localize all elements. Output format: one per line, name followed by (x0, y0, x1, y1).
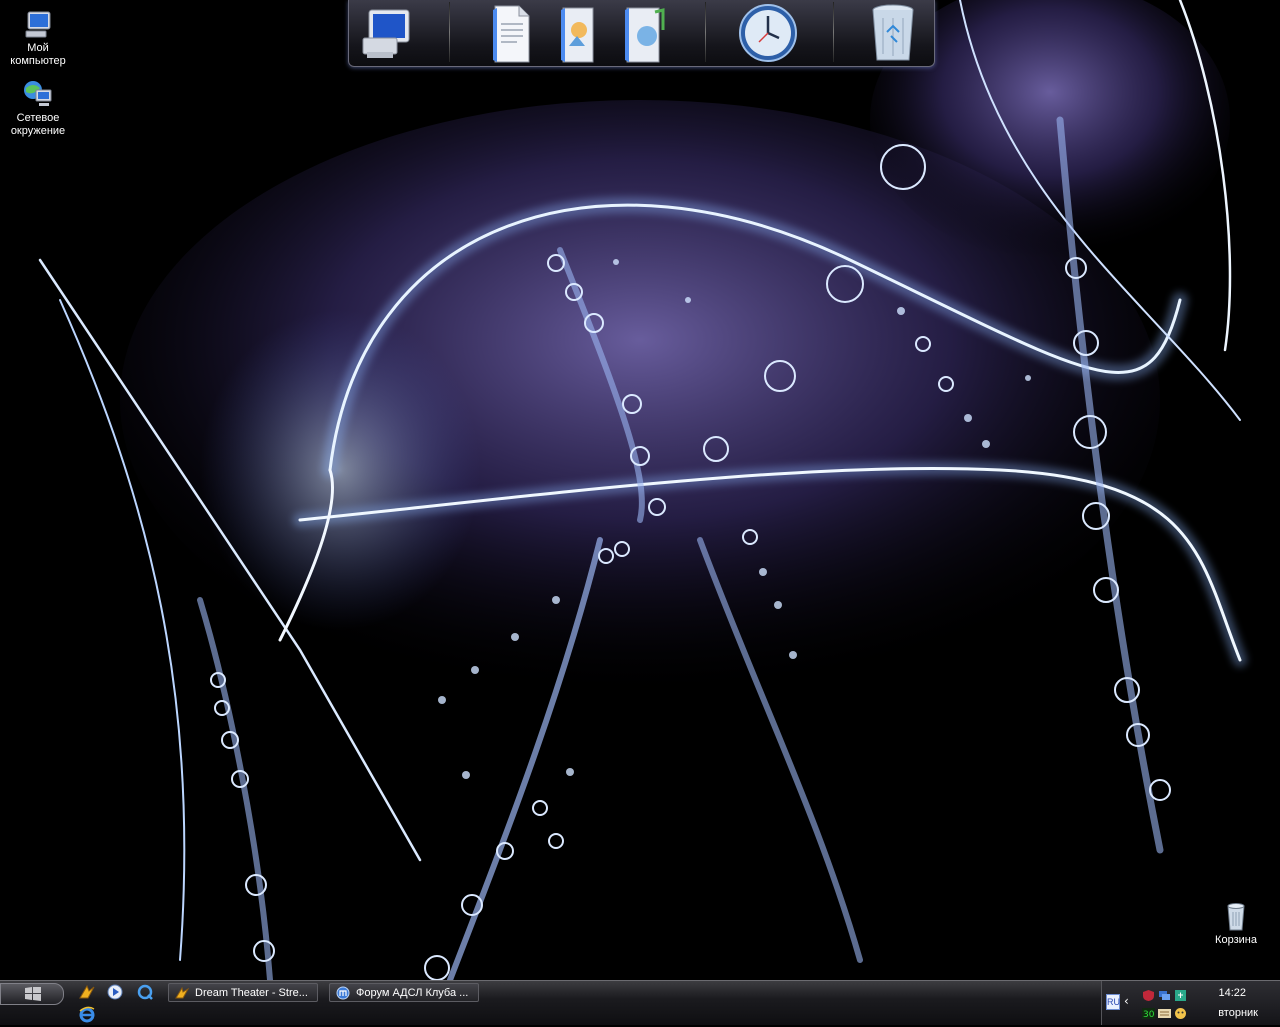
my-computer-icon (25, 11, 51, 38)
browser-icon (336, 986, 350, 1000)
tray-counter-icon[interactable]: 30 (1142, 1005, 1155, 1020)
tray-antivirus-shield-icon[interactable] (1142, 987, 1155, 1001)
quicklaunch-qip[interactable] (136, 983, 154, 1001)
document-icon (493, 5, 530, 63)
qip-icon (137, 984, 153, 1000)
tray-expand-chevron-icon[interactable]: ‹ (1124, 994, 1129, 1008)
quicklaunch-media-player[interactable] (106, 983, 124, 1001)
dock-item-computer[interactable] (355, 2, 417, 68)
dock-separator (705, 2, 706, 62)
tray-network-activity-icon[interactable] (1174, 987, 1187, 1001)
winamp-icon (79, 984, 95, 999)
winamp-icon (175, 986, 189, 999)
desktop-icon-label: Корзина (1215, 934, 1257, 946)
tray-messenger-icon[interactable] (1174, 1005, 1187, 1019)
pictures-folder-icon (561, 7, 594, 63)
trash-icon (872, 4, 914, 61)
svg-text:30: 30 (1143, 1010, 1155, 1020)
tray-clock-day: вторник (1218, 1007, 1258, 1019)
dock-item-pictures[interactable] (555, 2, 601, 68)
desktop-icon-label: Мой (27, 42, 49, 54)
taskbar: Dream Theater - Stre... Форум АДСЛ Клуба… (0, 980, 1280, 1025)
desktop-icon-label: окружение (10, 125, 66, 137)
internet-explorer-icon (79, 1006, 95, 1023)
dock-item-clock[interactable] (737, 2, 799, 68)
desktop-icon-recycle-bin[interactable]: Корзина (1198, 900, 1274, 947)
quicklaunch-internet-explorer[interactable] (78, 1005, 96, 1023)
quicklaunch-winamp[interactable] (78, 983, 96, 1001)
desktop-icon-label: компьютер (10, 55, 66, 67)
computer-icon (362, 9, 410, 58)
dock-separator (449, 2, 450, 62)
clock-icon (739, 4, 797, 62)
music-folder-icon (625, 7, 665, 63)
taskbar-button-label: Dream Theater - Stre... (195, 987, 308, 999)
desktop-icon-network-places[interactable]: Сетевое окружение (0, 78, 76, 138)
tray-keyboard-icon[interactable] (1158, 1005, 1171, 1018)
taskbar-button-winamp[interactable]: Dream Theater - Stre... (168, 983, 318, 1002)
taskbar-button-forum[interactable]: Форум АДСЛ Клуба ... (329, 983, 479, 1002)
dock-bar (348, 0, 935, 67)
desktop-icon-my-computer[interactable]: Мой компьютер (0, 8, 76, 68)
tray-network-icon[interactable] (1158, 987, 1171, 1000)
language-indicator[interactable]: RU (1106, 994, 1120, 1010)
dock-item-music[interactable] (619, 2, 669, 68)
tray-clock-time[interactable]: 14:22 (1218, 987, 1246, 999)
recycle-bin-icon (1227, 903, 1245, 931)
desktop-icon-label: Сетевое (16, 112, 60, 124)
network-places-icon (24, 81, 52, 106)
dock-item-trash[interactable] (867, 2, 919, 68)
taskbar-button-label: Форум АДСЛ Клуба ... (356, 987, 469, 999)
windows-logo-icon (25, 987, 41, 1001)
media-player-icon (107, 984, 123, 1000)
start-button[interactable] (0, 983, 64, 1005)
dock-separator (833, 2, 834, 62)
desktop-wallpaper (0, 0, 1280, 980)
dock-item-documents[interactable] (489, 2, 535, 68)
